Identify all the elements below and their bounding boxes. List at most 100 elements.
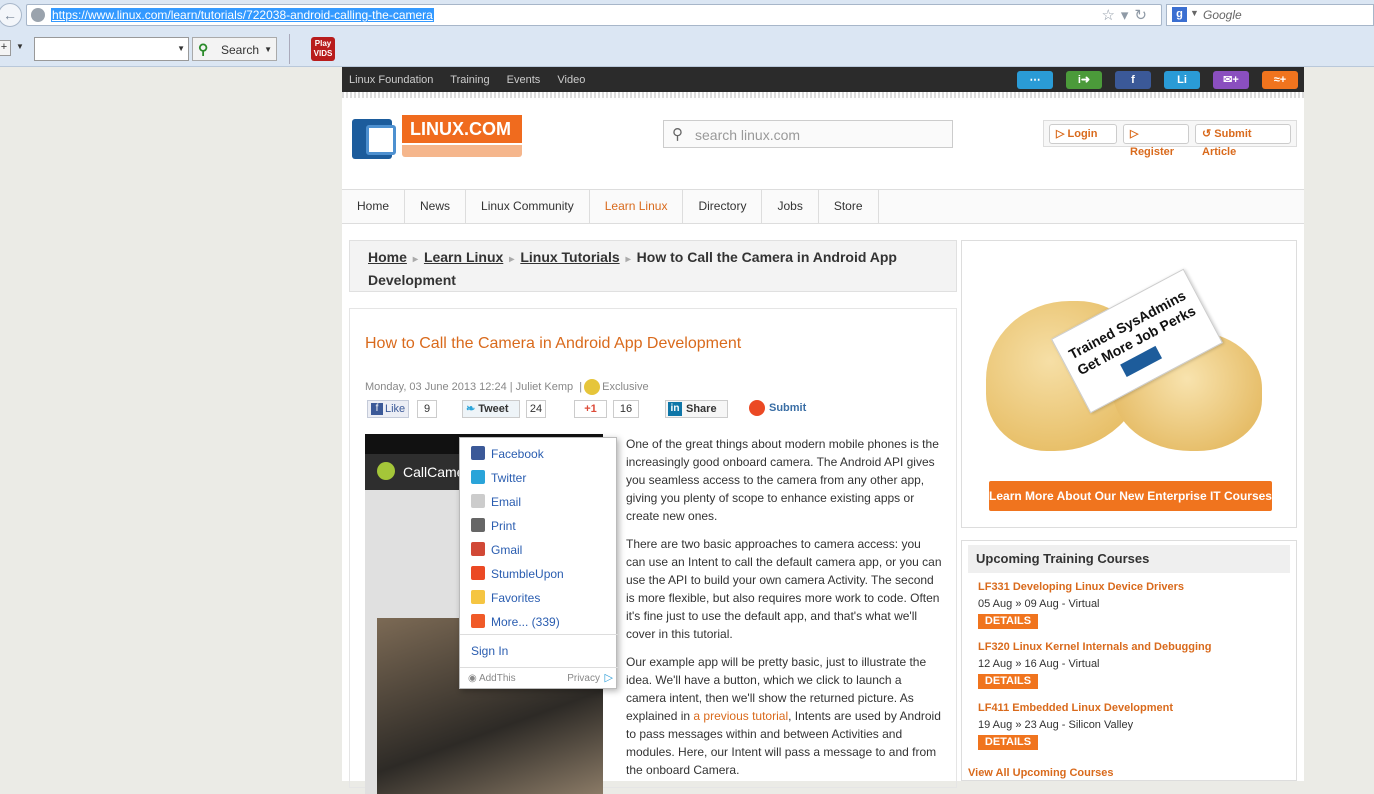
- article-paragraph: There are two basic approaches to camera…: [626, 537, 942, 641]
- play-arrow-icon[interactable]: ▷: [605, 671, 613, 684]
- course-dates: 19 Aug » 23 Aug - Silicon Valley: [978, 719, 1134, 731]
- email-icon[interactable]: ✉+: [1213, 71, 1249, 89]
- popup-footer: ◉ AddThis Privacy ▷: [460, 669, 618, 689]
- info-icon[interactable]: i➜: [1066, 71, 1102, 89]
- article-paragraph: One of the great things about modern mob…: [626, 437, 939, 523]
- facebook-like-button[interactable]: f Like: [367, 400, 409, 418]
- header-stripe: [342, 92, 1304, 98]
- article-title[interactable]: How to Call the Camera in Android App De…: [365, 335, 741, 353]
- share-email[interactable]: Email: [471, 493, 521, 511]
- logo-mark-inner: [366, 125, 396, 155]
- course-dates: 05 Aug » 09 Aug - Virtual: [978, 598, 1100, 610]
- breadcrumb-linux-tutorials[interactable]: Linux Tutorials: [520, 249, 619, 265]
- account-links: ▷ Login ▷ Register ↺ Submit Article: [1043, 120, 1297, 158]
- ad-banner[interactable]: Trained SysAdmins Get More Job Perks Lea…: [961, 240, 1297, 528]
- google-icon[interactable]: g: [1172, 7, 1187, 22]
- top-link-events[interactable]: Events: [507, 74, 541, 86]
- add-toolbar-icon[interactable]: +: [0, 40, 11, 56]
- share-gmail[interactable]: Gmail: [471, 541, 522, 559]
- course-item: LF320 Linux Kernel Internals and Debuggi…: [978, 641, 1211, 689]
- privacy-link[interactable]: Privacy: [567, 673, 600, 684]
- article-paragraph: Our example app will be pretty basic, ju…: [626, 653, 942, 779]
- course-title[interactable]: LF331 Developing Linux Device Drivers: [978, 581, 1184, 593]
- register-label: Register: [1130, 146, 1175, 158]
- share-more[interactable]: More... (339): [471, 613, 560, 631]
- share-facebook[interactable]: Facebook: [471, 445, 544, 463]
- article: How to Call the Camera in Android App De…: [349, 308, 957, 794]
- toolbar-search-input[interactable]: ▼: [34, 37, 189, 61]
- share-item-label: Facebook: [491, 447, 544, 461]
- course-details-button[interactable]: DETAILS: [978, 674, 1038, 689]
- playvids-button[interactable]: Play VIDS: [311, 37, 335, 61]
- nav-home[interactable]: Home: [342, 190, 406, 223]
- login-label: Login: [1067, 128, 1098, 140]
- ad-cta-button[interactable]: Learn More About Our New Enterprise IT C…: [989, 481, 1272, 511]
- linkedin-icon: in: [668, 402, 682, 416]
- addthis-label: AddThis: [478, 673, 516, 684]
- article-author[interactable]: Juliet Kemp: [516, 381, 573, 393]
- linkedin-icon[interactable]: Li: [1164, 71, 1200, 89]
- bookmark-star-icon[interactable]: ☆▾↻: [1101, 6, 1153, 24]
- submit-article-label: Submit Article: [1202, 128, 1252, 158]
- facebook-icon[interactable]: f: [1115, 71, 1151, 89]
- chevron-down-icon[interactable]: ▼: [264, 45, 272, 54]
- share-twitter[interactable]: Twitter: [471, 469, 526, 487]
- browser-search-box[interactable]: g ▼ Google: [1166, 4, 1374, 26]
- url-text[interactable]: https://www.linux.com/learn/tutorials/72…: [51, 8, 434, 22]
- tweet-button[interactable]: ❧ Tweet: [462, 400, 520, 418]
- toolbar-search-button[interactable]: ⚲ Search ▼: [192, 37, 277, 61]
- top-link-training[interactable]: Training: [450, 74, 489, 86]
- nav-linux-community[interactable]: Linux Community: [466, 190, 590, 223]
- article-date: Monday, 03 June 2013 12:24: [365, 380, 507, 393]
- nav-news[interactable]: News: [405, 190, 467, 223]
- share-print[interactable]: Print: [471, 517, 516, 535]
- breadcrumb-learn-linux[interactable]: Learn Linux: [424, 249, 503, 265]
- sign-in-link[interactable]: Sign In: [471, 644, 508, 658]
- rss-icon[interactable]: ≈+: [1262, 71, 1298, 89]
- view-all-courses-link[interactable]: View All Upcoming Courses: [968, 767, 1113, 779]
- nav-jobs[interactable]: Jobs: [762, 190, 819, 223]
- share-item-label: Gmail: [491, 543, 523, 557]
- course-details-button[interactable]: DETAILS: [978, 735, 1038, 750]
- tweet-count: 24: [526, 400, 546, 418]
- register-button[interactable]: ▷ Register: [1123, 124, 1189, 158]
- nav-store[interactable]: Store: [819, 190, 879, 223]
- stumbleupon-submit-button[interactable]: Submit: [749, 400, 824, 418]
- course-title[interactable]: LF320 Linux Kernel Internals and Debuggi…: [978, 641, 1211, 653]
- back-button[interactable]: ←: [0, 3, 22, 27]
- linkedin-share-button[interactable]: in Share: [665, 400, 728, 418]
- breadcrumb-home[interactable]: Home: [368, 249, 407, 265]
- chat-icon[interactable]: ⋯: [1017, 71, 1053, 89]
- course-title[interactable]: LF411 Embedded Linux Development: [978, 702, 1173, 714]
- popup-divider: [460, 634, 618, 635]
- share-favorites[interactable]: Favorites: [471, 589, 540, 607]
- chevron-down-icon[interactable]: ▼: [177, 44, 185, 53]
- stumbleupon-icon: [749, 400, 765, 416]
- share-stumbleupon[interactable]: StumbleUpon: [471, 565, 564, 583]
- previous-tutorial-link[interactable]: a previous tutorial: [693, 709, 788, 723]
- chevron-down-icon[interactable]: ▼: [1190, 8, 1199, 18]
- toolbar-search-label: Search: [221, 43, 260, 57]
- top-link-linux-foundation[interactable]: Linux Foundation: [349, 74, 433, 86]
- course-details-button[interactable]: DETAILS: [978, 614, 1038, 629]
- nav-learn-linux[interactable]: Learn Linux: [590, 190, 684, 223]
- linkedin-label: Share: [686, 403, 717, 415]
- share-popup-menu: Facebook Twitter Email Print Gmail Stumb…: [459, 437, 618, 689]
- addthis-brand[interactable]: ◉ AddThis: [468, 673, 516, 684]
- site-identity-icon[interactable]: [31, 8, 45, 22]
- site-search-input[interactable]: ⚲ search linux.com: [663, 120, 953, 148]
- login-button[interactable]: ▷ Login: [1049, 124, 1117, 144]
- submit-article-button[interactable]: ↺ Submit Article: [1195, 124, 1291, 158]
- site-search-placeholder: search linux.com: [695, 127, 801, 143]
- top-link-video[interactable]: Video: [557, 74, 585, 86]
- training-heading: Upcoming Training Courses: [968, 545, 1290, 573]
- google-plus-button[interactable]: +1: [574, 400, 607, 418]
- chevron-down-icon[interactable]: ▼: [16, 42, 24, 51]
- gmail-icon: [471, 542, 485, 556]
- main-nav: Home News Linux Community Learn Linux Di…: [342, 189, 1304, 224]
- site-logo[interactable]: LINUX.COM: [352, 115, 522, 175]
- submit-label: Submit: [769, 402, 807, 414]
- search-icon: ⚲: [198, 41, 209, 57]
- address-bar[interactable]: https://www.linux.com/learn/tutorials/72…: [26, 4, 1162, 26]
- nav-directory[interactable]: Directory: [683, 190, 763, 223]
